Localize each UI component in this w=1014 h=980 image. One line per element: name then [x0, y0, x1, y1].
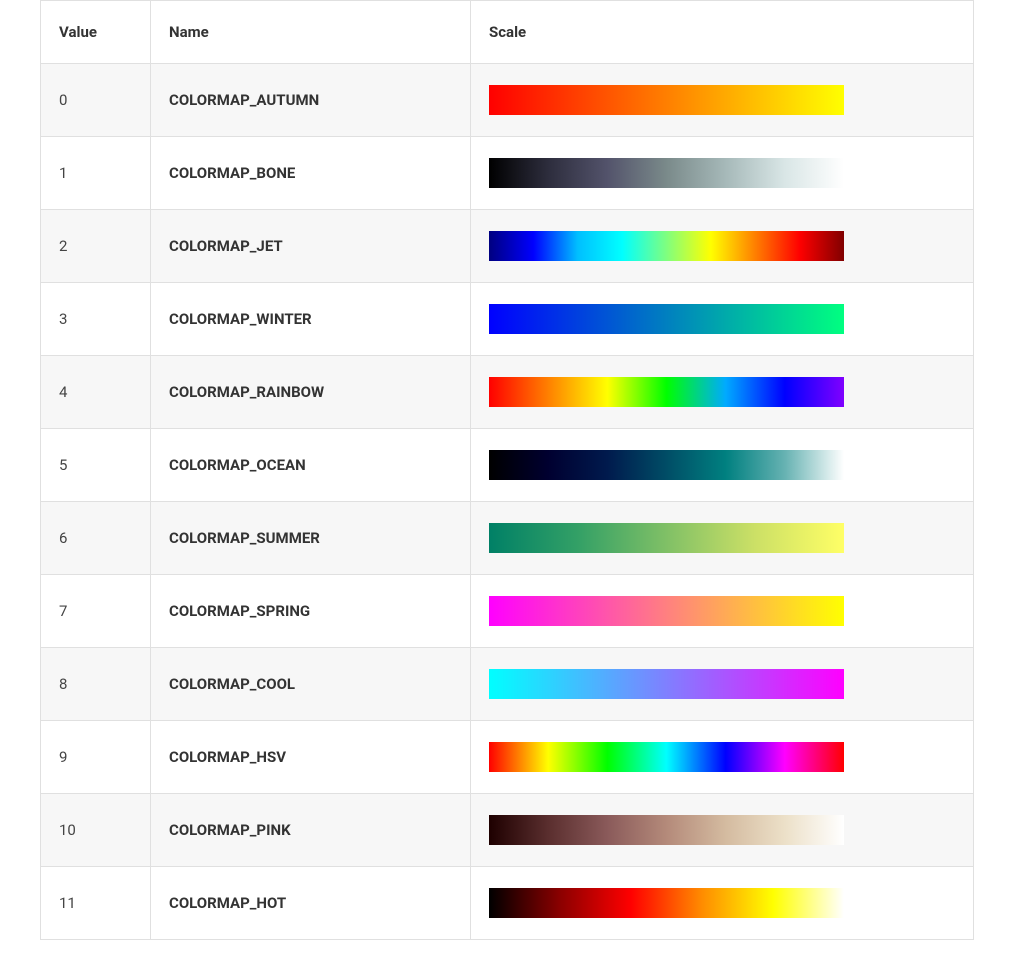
- cell-value: 9: [41, 721, 151, 794]
- table-row: 1COLORMAP_BONE: [41, 137, 974, 210]
- cell-name: COLORMAP_AUTUMN: [151, 64, 471, 137]
- cell-scale: [471, 648, 974, 721]
- header-name: Name: [151, 1, 471, 64]
- cell-value: 6: [41, 502, 151, 575]
- cell-scale: [471, 137, 974, 210]
- colormap-swatch: [489, 377, 844, 407]
- header-scale: Scale: [471, 1, 974, 64]
- cell-scale: [471, 64, 974, 137]
- table-row: 9COLORMAP_HSV: [41, 721, 974, 794]
- cell-scale: [471, 429, 974, 502]
- cell-name: COLORMAP_HOT: [151, 867, 471, 940]
- cell-name: COLORMAP_RAINBOW: [151, 356, 471, 429]
- header-value: Value: [41, 1, 151, 64]
- cell-value: 11: [41, 867, 151, 940]
- colormap-swatch: [489, 158, 844, 188]
- cell-value: 3: [41, 283, 151, 356]
- colormap-table: Value Name Scale 0COLORMAP_AUTUMN1COLORM…: [40, 0, 974, 940]
- cell-scale: [471, 721, 974, 794]
- cell-name: COLORMAP_BONE: [151, 137, 471, 210]
- colormap-swatch: [489, 85, 844, 115]
- cell-value: 8: [41, 648, 151, 721]
- colormap-swatch: [489, 231, 844, 261]
- table-header-row: Value Name Scale: [41, 1, 974, 64]
- cell-value: 2: [41, 210, 151, 283]
- colormap-swatch: [489, 815, 844, 845]
- cell-scale: [471, 502, 974, 575]
- table-row: 3COLORMAP_WINTER: [41, 283, 974, 356]
- cell-scale: [471, 356, 974, 429]
- cell-name: COLORMAP_JET: [151, 210, 471, 283]
- cell-value: 5: [41, 429, 151, 502]
- cell-scale: [471, 210, 974, 283]
- cell-scale: [471, 867, 974, 940]
- table-row: 6COLORMAP_SUMMER: [41, 502, 974, 575]
- colormap-swatch: [489, 669, 844, 699]
- cell-value: 10: [41, 794, 151, 867]
- table-row: 8COLORMAP_COOL: [41, 648, 974, 721]
- cell-value: 7: [41, 575, 151, 648]
- cell-name: COLORMAP_OCEAN: [151, 429, 471, 502]
- cell-name: COLORMAP_HSV: [151, 721, 471, 794]
- table-row: 2COLORMAP_JET: [41, 210, 974, 283]
- cell-scale: [471, 283, 974, 356]
- colormap-swatch: [489, 304, 844, 334]
- cell-name: COLORMAP_SPRING: [151, 575, 471, 648]
- table-row: 11COLORMAP_HOT: [41, 867, 974, 940]
- cell-name: COLORMAP_SUMMER: [151, 502, 471, 575]
- table-row: 4COLORMAP_RAINBOW: [41, 356, 974, 429]
- colormap-swatch: [489, 523, 844, 553]
- table-row: 7COLORMAP_SPRING: [41, 575, 974, 648]
- cell-scale: [471, 794, 974, 867]
- cell-name: COLORMAP_COOL: [151, 648, 471, 721]
- cell-name: COLORMAP_WINTER: [151, 283, 471, 356]
- colormap-swatch: [489, 888, 844, 918]
- cell-value: 0: [41, 64, 151, 137]
- cell-value: 4: [41, 356, 151, 429]
- colormap-swatch: [489, 596, 844, 626]
- table-row: 5COLORMAP_OCEAN: [41, 429, 974, 502]
- cell-name: COLORMAP_PINK: [151, 794, 471, 867]
- table-row: 0COLORMAP_AUTUMN: [41, 64, 974, 137]
- table-row: 10COLORMAP_PINK: [41, 794, 974, 867]
- cell-scale: [471, 575, 974, 648]
- colormap-swatch: [489, 450, 844, 480]
- cell-value: 1: [41, 137, 151, 210]
- colormap-swatch: [489, 742, 844, 772]
